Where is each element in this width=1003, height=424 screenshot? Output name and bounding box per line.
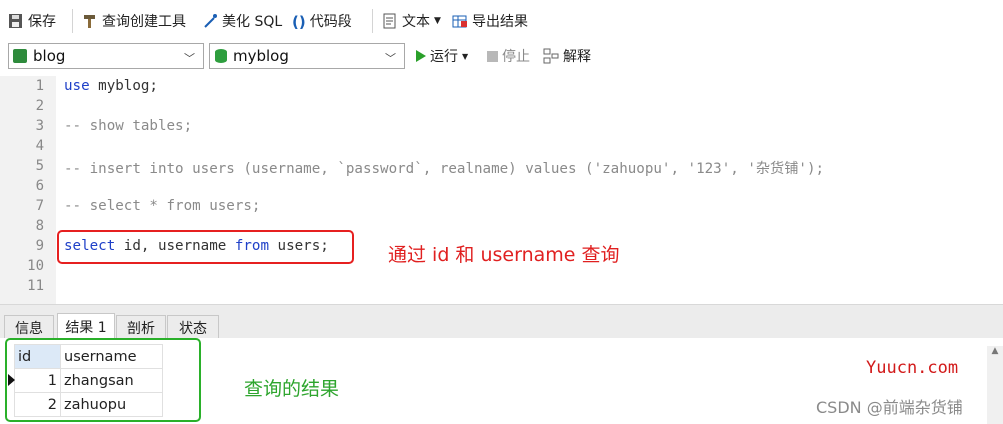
explain-button[interactable]: 解释 — [543, 45, 591, 67]
toolbar-divider — [372, 9, 373, 33]
stop-button[interactable]: 停止 — [487, 45, 530, 67]
result-tab-bar: 信息 结果 1 剖析 状态 — [0, 304, 1003, 339]
stop-label: 停止 — [502, 49, 530, 65]
stop-icon — [487, 50, 498, 62]
line-number: 10 — [27, 258, 44, 274]
sql-editor[interactable]: 1 2 3 4 5 6 7 8 9 10 11 use myblog; -- s… — [0, 76, 1003, 304]
line-number: 11 — [27, 278, 44, 294]
run-button[interactable]: 运行 ▼ — [416, 45, 468, 67]
database-select[interactable]: myblog ﹀ — [209, 43, 405, 69]
chevron-down-icon: ﹀ — [385, 52, 396, 65]
explain-label: 解释 — [563, 49, 591, 65]
export-icon — [452, 13, 468, 29]
line-number: 9 — [35, 238, 44, 254]
line-number: 3 — [35, 118, 44, 134]
database-icon — [215, 49, 227, 63]
chevron-down-icon: ﹀ — [184, 52, 195, 65]
connection-toolbar: blog ﹀ myblog ﹀ 运行 ▼ 停止 解释 — [0, 40, 1003, 74]
scroll-up-icon[interactable]: ▲ — [987, 346, 1003, 356]
text-label: 文本 — [402, 14, 430, 30]
line-number: 5 — [35, 158, 44, 174]
query-builder-label: 查询创建工具 — [102, 14, 186, 30]
database-value: myblog — [233, 47, 289, 65]
connection-value: blog — [33, 47, 66, 65]
save-icon — [8, 13, 24, 29]
line-number-gutter: 1 2 3 4 5 6 7 8 9 10 11 — [0, 76, 56, 304]
line-number: 1 — [35, 78, 44, 94]
document-icon — [382, 13, 398, 29]
code-line-7: -- select * from users; — [64, 198, 261, 214]
code-snippet-label: 代码段 — [309, 14, 352, 30]
connection-select[interactable]: blog ﹀ — [8, 43, 204, 69]
code-snippet-button[interactable]: () 代码段 — [292, 10, 352, 32]
explain-icon — [543, 48, 559, 64]
text-button[interactable]: 文本 ▼ — [382, 10, 441, 32]
tab-result-1[interactable]: 结果 1 — [57, 313, 115, 339]
beautify-sql-label: 美化 SQL — [222, 14, 283, 30]
connection-icon — [13, 49, 27, 63]
chevron-down-icon: ▼ — [462, 51, 469, 61]
export-results-label: 导出结果 — [472, 14, 528, 30]
hammer-icon — [82, 13, 98, 29]
chevron-down-icon: ▼ — [434, 16, 441, 26]
main-toolbar: 保存 查询创建工具 美化 SQL () 代码段 文本 ▼ 导出结果 — [0, 0, 1003, 40]
run-label: 运行 — [430, 49, 458, 65]
line-number: 6 — [35, 178, 44, 194]
export-results-button[interactable]: 导出结果 — [452, 10, 528, 32]
toolbar-divider — [72, 9, 73, 33]
result-annotation: 查询的结果 — [244, 378, 340, 400]
save-label: 保存 — [28, 14, 56, 30]
magic-wand-icon — [202, 13, 218, 29]
save-button[interactable]: 保存 — [8, 10, 56, 32]
code-line-5: -- insert into users (username, `passwor… — [64, 161, 825, 177]
code-line-1: use myblog; — [64, 78, 158, 94]
keyword: use — [64, 78, 90, 94]
site-watermark: Yuucn.com — [866, 358, 959, 378]
play-icon — [416, 50, 426, 62]
vertical-scrollbar[interactable]: ▲ — [987, 346, 1003, 424]
code-text: myblog; — [89, 78, 158, 94]
tab-status[interactable]: 状态 — [167, 315, 219, 339]
result-highlight-box — [5, 338, 201, 422]
beautify-sql-button[interactable]: 美化 SQL — [202, 10, 282, 32]
line-number: 7 — [35, 198, 44, 214]
line-number: 8 — [35, 218, 44, 234]
csdn-watermark: CSDN @前端杂货铺 — [816, 398, 963, 417]
line-number: 4 — [35, 138, 44, 154]
query-builder-button[interactable]: 查询创建工具 — [82, 10, 186, 32]
braces-icon: () — [292, 13, 306, 31]
tab-info[interactable]: 信息 — [4, 315, 54, 339]
query-annotation: 通过 id 和 username 查询 — [388, 244, 620, 266]
line-number: 2 — [35, 98, 44, 114]
query-highlight-box — [57, 230, 354, 264]
code-line-3: -- show tables; — [64, 118, 193, 134]
tab-profile[interactable]: 剖析 — [116, 315, 166, 339]
